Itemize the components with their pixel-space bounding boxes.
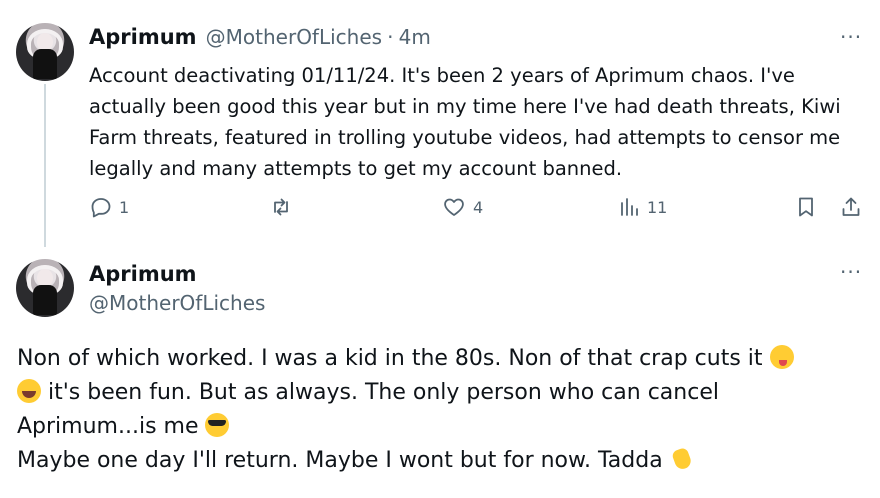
tweet-text: Account deactivating 01/11/24. It's been…	[89, 64, 841, 180]
display-name[interactable]: Aprimum	[89, 25, 197, 49]
tweet-line-text: Maybe one day I'll return. Maybe I wont …	[17, 448, 670, 473]
views-button[interactable]: 11	[619, 195, 667, 219]
tweet-line: Non of which worked. I was a kid in the …	[17, 342, 867, 376]
like-count: 4	[473, 197, 484, 217]
more-options-icon[interactable]: ···	[840, 262, 862, 282]
bookmark-button[interactable]	[794, 195, 818, 219]
reply-button[interactable]: 1	[89, 195, 129, 219]
repost-icon	[274, 198, 288, 216]
timestamp[interactable]: 4m	[399, 25, 431, 49]
bookmark-icon	[799, 197, 813, 217]
reply-count: 1	[119, 197, 130, 217]
analytics-icon	[621, 198, 638, 216]
tweet-line: Maybe one day I'll return. Maybe I wont …	[17, 444, 867, 478]
avatar-figure	[33, 285, 57, 315]
user-handle[interactable]: @MotherOfLiches	[89, 288, 265, 318]
share-icon	[842, 197, 860, 216]
display-name[interactable]: Aprimum	[89, 260, 265, 288]
heart-icon	[444, 198, 464, 216]
rolling-on-floor-laughing-icon	[17, 379, 41, 403]
tweet-line: it's been fun. But as always. The only p…	[17, 376, 867, 410]
thread-connector-line	[44, 84, 46, 247]
tweet1-header: Aprimum @MotherOfLiches · 4m	[89, 25, 431, 49]
tweet-action-bar: 1 4 11	[89, 195, 869, 225]
user-handle[interactable]: @MotherOfLiches	[206, 25, 382, 49]
tweet-line-text: Aprimum...is me	[17, 414, 206, 439]
reply-icon	[91, 198, 111, 218]
waving-hand-icon	[670, 447, 694, 471]
like-button[interactable]: 4	[441, 195, 483, 219]
winking-face-with-tongue-icon	[769, 345, 794, 369]
avatar[interactable]	[16, 23, 74, 81]
avatar-figure	[33, 49, 57, 79]
share-button[interactable]	[839, 195, 863, 219]
more-options-icon[interactable]: ···	[840, 27, 862, 47]
views-count: 11	[647, 197, 668, 217]
tweet-text: Non of which worked. I was a kid in the …	[17, 342, 867, 478]
repost-button[interactable]	[269, 195, 293, 219]
tweet2-header: Aprimum @MotherOfLiches	[89, 260, 265, 318]
avatar[interactable]	[16, 259, 74, 317]
tweet-line-text: it's been fun. But as always. The only p…	[41, 380, 719, 405]
smiling-face-with-sunglasses-icon	[205, 413, 230, 437]
tweet-line-text: Non of which worked. I was a kid in the …	[17, 346, 770, 371]
tweet-line: Aprimum...is me	[17, 410, 867, 444]
separator-dot: ·	[387, 25, 394, 49]
